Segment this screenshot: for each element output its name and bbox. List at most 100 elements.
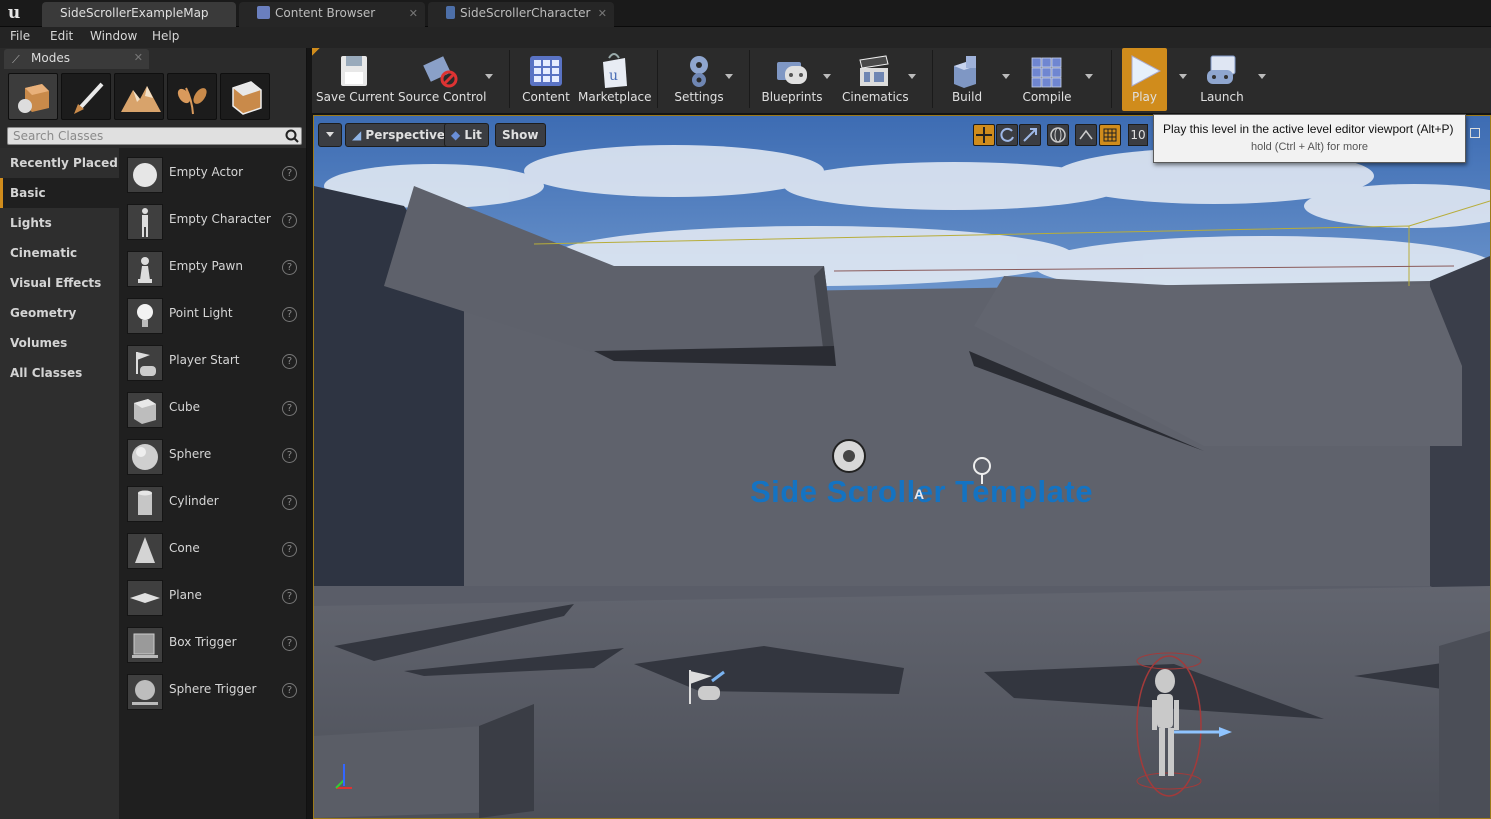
grid-icon: [1103, 128, 1117, 142]
help-icon[interactable]: ?: [282, 166, 297, 181]
launch-button[interactable]: Launch: [1196, 48, 1248, 111]
modes-tab[interactable]: ⟋ Modes ✕: [4, 49, 149, 69]
list-item[interactable]: Empty Character ?: [119, 198, 306, 245]
search-classes-input[interactable]: [7, 127, 302, 145]
list-item[interactable]: Cylinder ?: [119, 480, 306, 527]
list-item[interactable]: Player Start ?: [119, 339, 306, 386]
show-label: Show: [502, 128, 539, 142]
svg-text:u: u: [609, 68, 618, 84]
help-icon[interactable]: ?: [282, 260, 297, 275]
help-icon[interactable]: ?: [282, 401, 297, 416]
compile-button[interactable]: Compile: [1019, 48, 1075, 111]
list-item[interactable]: Point Light ?: [119, 292, 306, 339]
close-icon[interactable]: ✕: [134, 51, 143, 64]
help-icon[interactable]: ?: [282, 448, 297, 463]
tab-side-scroller-example-map[interactable]: SideScrollerExampleMap: [42, 2, 236, 27]
maximize-icon[interactable]: [1470, 128, 1480, 138]
show-button[interactable]: Show: [495, 123, 546, 147]
lit-mode-button[interactable]: ◆ Lit: [444, 123, 489, 147]
list-item[interactable]: Sphere Trigger ?: [119, 668, 306, 715]
landscape-mode-button[interactable]: [114, 73, 164, 120]
help-icon[interactable]: ?: [282, 307, 297, 322]
unreal-logo-icon[interactable]: u: [3, 2, 25, 24]
scale-tool-button[interactable]: [1019, 124, 1041, 146]
category-lights[interactable]: Lights: [0, 208, 119, 238]
list-item[interactable]: Empty Actor ?: [119, 151, 306, 198]
tab-side-scroller-character[interactable]: SideScrollerCharacter ✕: [428, 2, 614, 27]
tooltip-text: Play this level in the active level edit…: [1163, 122, 1454, 136]
close-icon[interactable]: ✕: [598, 2, 607, 25]
help-icon[interactable]: ?: [282, 213, 297, 228]
compile-dropdown-icon[interactable]: [1085, 74, 1093, 79]
category-geometry[interactable]: Geometry: [0, 298, 119, 328]
settings-label: Settings: [674, 90, 724, 104]
settings-button[interactable]: Settings: [669, 48, 729, 111]
category-recently-placed[interactable]: Recently Placed: [0, 148, 119, 178]
play-dropdown-icon[interactable]: [1179, 74, 1187, 79]
perspective-view-button[interactable]: ◢ Perspective: [345, 123, 453, 147]
marketplace-label: Marketplace: [578, 90, 652, 104]
launch-icon: [1207, 55, 1236, 84]
surface-snap-button[interactable]: [1075, 124, 1097, 146]
blueprints-dropdown-icon[interactable]: [823, 74, 831, 79]
list-item[interactable]: Empty Pawn ?: [119, 245, 306, 292]
list-item[interactable]: Cone ?: [119, 527, 306, 574]
category-basic[interactable]: Basic: [0, 178, 119, 208]
empty-character-icon: [127, 204, 163, 240]
world-local-toggle[interactable]: [1047, 124, 1069, 146]
source-control-dropdown-icon[interactable]: [485, 74, 493, 79]
grid-snap-toggle[interactable]: [1099, 124, 1121, 146]
build-dropdown-icon[interactable]: [1002, 74, 1010, 79]
level-viewport[interactable]: ◢ Perspective ◆ Lit Show 10 Side Scrolle…: [313, 115, 1491, 819]
paint-mode-button[interactable]: [61, 73, 111, 120]
menu-help[interactable]: Help: [152, 29, 179, 43]
item-label: Cylinder: [169, 494, 219, 508]
foliage-mode-button[interactable]: [167, 73, 217, 120]
source-control-button[interactable]: Source Control: [398, 48, 487, 111]
cinematics-button[interactable]: Cinematics: [842, 48, 909, 111]
build-button[interactable]: Build: [942, 48, 992, 111]
content-button[interactable]: Content: [519, 48, 573, 111]
menu-window[interactable]: Window: [90, 29, 137, 43]
tab-content-browser[interactable]: Content Browser ✕: [239, 2, 425, 27]
search-icon[interactable]: [284, 128, 300, 144]
viewport-options-button[interactable]: [318, 123, 342, 147]
settings-dropdown-icon[interactable]: [725, 74, 733, 79]
save-current-button[interactable]: Save Current: [316, 48, 394, 111]
menu-edit[interactable]: Edit: [50, 29, 73, 43]
category-all-classes[interactable]: All Classes: [0, 358, 119, 388]
marketplace-button[interactable]: u Marketplace: [578, 48, 652, 111]
toolbar-separator: [657, 50, 658, 108]
help-icon[interactable]: ?: [282, 636, 297, 651]
menu-file[interactable]: File: [10, 29, 30, 43]
chevron-down-icon: [326, 132, 334, 137]
scene-render[interactable]: [314, 116, 1490, 818]
category-volumes[interactable]: Volumes: [0, 328, 119, 358]
blueprints-button[interactable]: Blueprints: [759, 48, 825, 111]
help-icon[interactable]: ?: [282, 683, 297, 698]
place-mode-button[interactable]: [8, 73, 58, 120]
play-button[interactable]: Play: [1122, 48, 1167, 111]
help-icon[interactable]: ?: [282, 354, 297, 369]
cylinder-icon: [127, 486, 163, 522]
list-item[interactable]: Plane ?: [119, 574, 306, 621]
list-item[interactable]: Cube ?: [119, 386, 306, 433]
help-icon[interactable]: ?: [282, 542, 297, 557]
item-label: Empty Actor: [169, 165, 244, 179]
grid-snap-value[interactable]: 10: [1128, 124, 1148, 146]
cinematics-dropdown-icon[interactable]: [908, 74, 916, 79]
geometry-mode-button[interactable]: [220, 73, 270, 120]
launch-dropdown-icon[interactable]: [1258, 74, 1266, 79]
help-icon[interactable]: ?: [282, 589, 297, 604]
list-item[interactable]: Sphere ?: [119, 433, 306, 480]
rotate-tool-button[interactable]: [996, 124, 1018, 146]
help-icon[interactable]: ?: [282, 495, 297, 510]
list-item[interactable]: Box Trigger ?: [119, 621, 306, 668]
category-visual-effects[interactable]: Visual Effects: [0, 268, 119, 298]
blueprints-label: Blueprints: [761, 90, 823, 104]
source-control-label: Source Control: [398, 90, 487, 104]
close-icon[interactable]: ✕: [409, 2, 418, 25]
translate-tool-button[interactable]: [973, 124, 995, 146]
category-cinematic[interactable]: Cinematic: [0, 238, 119, 268]
foliage-icon: [177, 87, 207, 115]
